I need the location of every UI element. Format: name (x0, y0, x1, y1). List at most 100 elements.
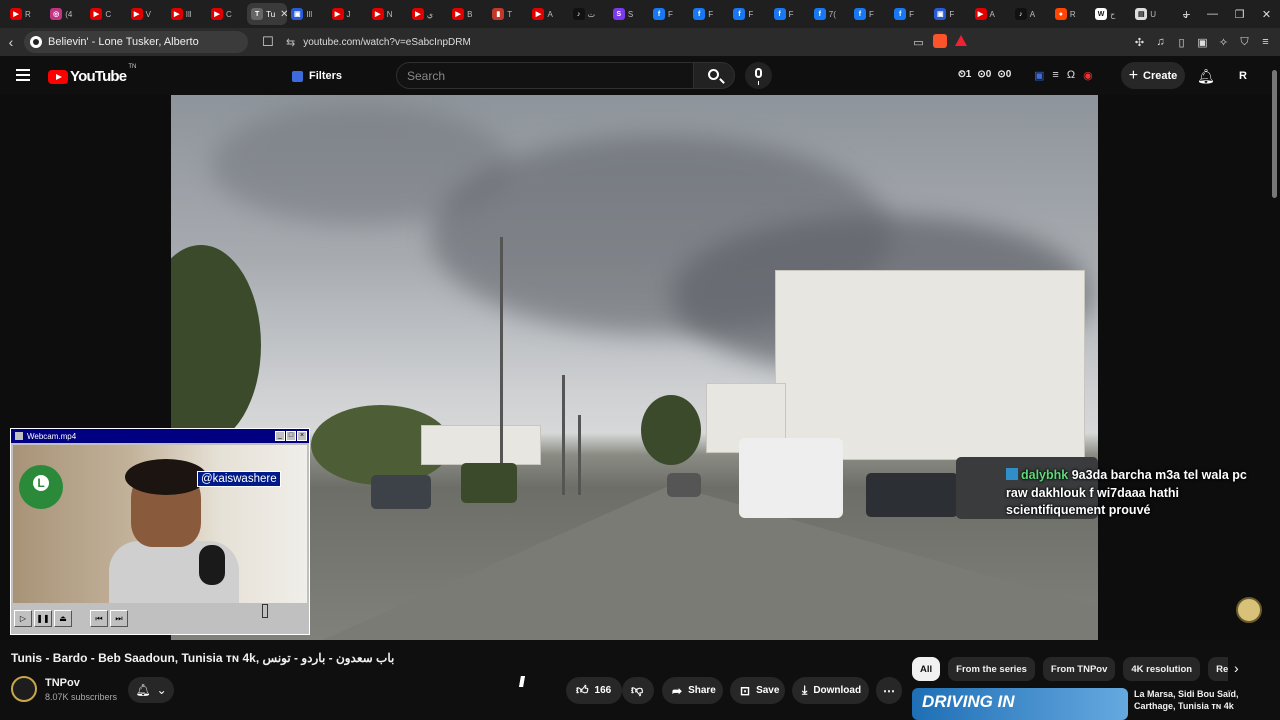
browser-tab[interactable]: fF (729, 3, 769, 25)
browser-tab[interactable]: ▶ Ill (167, 3, 207, 25)
browser-tab[interactable]: ♪ A (1011, 3, 1051, 25)
webcam-title: Webcam.mp4 (27, 431, 77, 441)
browser-tab[interactable]: ▶ J (328, 3, 368, 25)
guide-menu-icon[interactable] (16, 69, 30, 81)
tab-favicon-icon: f (853, 8, 866, 20)
menu-icon[interactable]: ≡ (1259, 36, 1272, 48)
browser-tab[interactable]: ▮ T (488, 3, 528, 25)
like-button[interactable]: 👍︎ 166 (566, 677, 622, 704)
leo-icon[interactable]: ✧ (1217, 36, 1230, 49)
music-icon[interactable]: ♫ (1154, 36, 1167, 48)
browser-tab[interactable]: SS (609, 3, 649, 25)
filter-icon (292, 70, 303, 82)
browser-tab[interactable]: ▶ N (368, 3, 408, 25)
tab-favicon-icon: W (1095, 8, 1108, 20)
more-actions-button[interactable]: ⋯ (876, 677, 902, 704)
voice-search-button[interactable] (745, 62, 772, 89)
share-button[interactable]: ➦ Share (662, 677, 723, 704)
browser-tab[interactable]: ▶ R (6, 3, 46, 25)
browser-tab[interactable]: fF (770, 3, 810, 25)
tab-favicon-icon: ◎ (50, 8, 63, 20)
recommended-title[interactable]: La Marsa, Sidi Bou Saïd, Carthage, Tunis… (1134, 688, 1274, 712)
filters-button[interactable]: Filters (292, 65, 342, 87)
tab-label: Ill (185, 9, 192, 19)
browser-tab[interactable]: fF (850, 3, 890, 25)
stat-other: ⊙0 (997, 69, 1012, 80)
dislike-button[interactable]: 👎︎ (622, 677, 654, 704)
vpn-icon[interactable]: ⛉ (1238, 36, 1251, 49)
list-icon[interactable]: ≡ (1052, 69, 1058, 82)
extensions-icon[interactable]: ✣ (1133, 36, 1146, 49)
youtube-logo[interactable]: YouTube TN (48, 64, 136, 85)
controls-gap (74, 610, 88, 627)
browser-tab[interactable]: ▶ C (207, 3, 247, 25)
restore-button[interactable]: ❐ (1226, 8, 1253, 21)
save-button[interactable]: ⊡ Save (730, 677, 785, 704)
search-input[interactable]: Search (396, 62, 694, 89)
tab-label: ح (1110, 9, 1116, 19)
browser-tab[interactable]: ▣ F (930, 3, 970, 25)
browser-tab[interactable]: fF (890, 3, 930, 25)
browser-tab[interactable]: f 7( (810, 3, 850, 25)
brave-shield-icon[interactable] (933, 33, 947, 51)
filter-chip[interactable]: Related (1208, 657, 1228, 681)
browser-tab[interactable]: ▶ A (971, 3, 1011, 25)
filter-chip[interactable]: 4K resolution (1123, 657, 1201, 681)
filter-chip[interactable]: From the series (948, 657, 1035, 681)
chevron-right-icon[interactable]: › (1234, 660, 1239, 676)
tab-close-icon[interactable]: ✕ (280, 9, 287, 20)
channel-watermark-icon[interactable] (1236, 597, 1262, 623)
scroll-thumb[interactable] (1272, 70, 1277, 198)
close-window-button[interactable]: ✕ (1253, 8, 1280, 21)
browser-tab[interactable]: ▶ B (448, 3, 488, 25)
browser-tab[interactable]: ♪ ت (569, 3, 609, 25)
recommended-thumbnail[interactable]: DRIVING IN (912, 688, 1128, 720)
webcam-window-buttons: _ □ × (275, 431, 309, 441)
street-lamp (562, 375, 565, 495)
browser-tab[interactable]: ▶ C (86, 3, 126, 25)
media-hub-pill[interactable]: Believin' - Lone Tusker, Alberto (24, 31, 248, 53)
browser-tab[interactable]: fF (689, 3, 729, 25)
bookmark-icon[interactable]: ☐ (256, 34, 280, 50)
translate-icon[interactable]: ▣ (1034, 69, 1044, 82)
filter-chip[interactable]: All (912, 657, 941, 681)
browser-tab[interactable]: Wح (1091, 3, 1131, 25)
tab-favicon-icon: ♪ (572, 8, 585, 20)
extension-stats[interactable]: ⏲1 ⊙0 ⊙0 (958, 69, 1011, 80)
notification-dot-icon[interactable]: ◉ (1083, 69, 1093, 82)
search-button[interactable] (693, 62, 735, 89)
address-bar[interactable]: ⇆ youtube.com/watch?v=eSabcInpDRM (280, 31, 912, 53)
notifications-bell-icon[interactable]: 🔔︎ (1197, 68, 1215, 85)
filter-chip[interactable]: From TNPov (1042, 657, 1116, 681)
tab-search-button[interactable]: ⌄ (1172, 8, 1199, 21)
browser-tab[interactable]: ● R (1051, 3, 1091, 25)
browser-tab[interactable]: T Tu ✕ (247, 3, 288, 25)
browser-tab[interactable]: ▤ U (1131, 3, 1171, 25)
browser-tab[interactable]: ▶ V (127, 3, 167, 25)
account-avatar[interactable]: R (1232, 65, 1254, 87)
tab-label: A (989, 9, 995, 19)
browser-tab[interactable]: ▶ A (528, 3, 568, 25)
video-frame[interactable] (171, 95, 1098, 640)
browser-tab[interactable]: ◎ (4 (46, 3, 86, 25)
minimize-button[interactable]: — (1199, 8, 1226, 20)
channel-name[interactable]: TNPov (45, 677, 80, 689)
browser-tab[interactable]: ▣ Ill (287, 3, 327, 25)
back-button[interactable]: ‹ (0, 34, 22, 50)
channel-avatar[interactable] (11, 676, 37, 702)
tab-label: 7( (828, 9, 836, 19)
download-button[interactable]: ⤓ Download (792, 677, 869, 704)
tab-favicon-icon: ▶ (974, 8, 987, 20)
create-button[interactable]: + Create (1121, 62, 1185, 89)
omega-icon[interactable]: Ω (1067, 69, 1075, 82)
brave-rewards-icon[interactable] (954, 35, 967, 49)
browser-tab[interactable]: fF (649, 3, 689, 25)
page-scrollbar[interactable] (1270, 60, 1278, 720)
browser-tab[interactable]: ▶ ي (408, 3, 448, 25)
cast-icon[interactable]: ▭ (912, 36, 925, 49)
tab-label: F (868, 9, 874, 19)
sidebar-icon[interactable]: ▯ (1175, 36, 1188, 49)
subscribed-button[interactable]: 🔔︎ ⌄ (128, 677, 174, 703)
site-info-icon[interactable]: ⇆ (286, 36, 295, 49)
wallet-icon[interactable]: ▣ (1196, 36, 1209, 49)
